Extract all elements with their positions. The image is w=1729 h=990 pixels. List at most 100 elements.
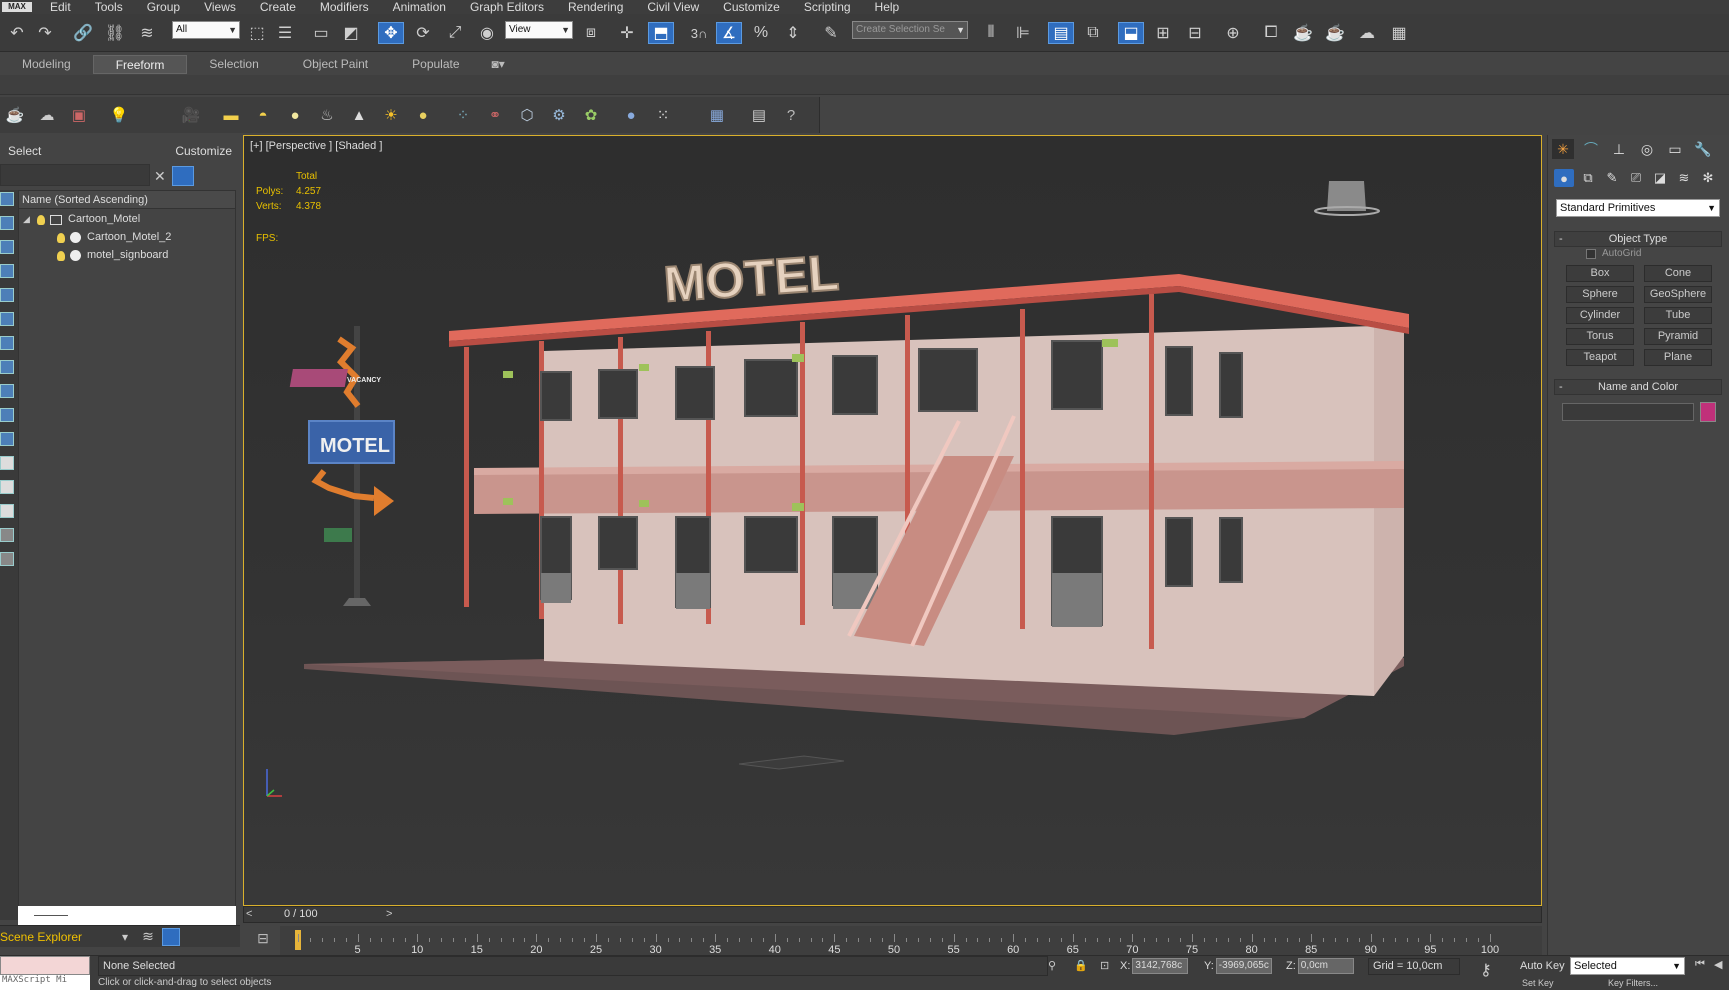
basket-icon[interactable]: ♨ (316, 105, 338, 125)
particles-icon[interactable]: ⁘ (452, 105, 474, 125)
app-logo[interactable]: MAX (2, 2, 32, 12)
plane-button[interactable]: Plane (1644, 349, 1712, 366)
mirror-icon[interactable]: ⫴ (978, 22, 1004, 44)
name-and-color-rollout[interactable]: - Name and Color (1554, 379, 1722, 395)
filter-icon[interactable] (172, 166, 194, 186)
key-filters-button[interactable]: Key Filters... (1608, 978, 1658, 988)
menu-views[interactable]: Views (192, 0, 248, 14)
display-xrefs-icon[interactable] (0, 360, 14, 374)
pyramid-button[interactable]: Pyramid (1644, 328, 1712, 345)
window-crossing-icon[interactable]: ◩ (338, 22, 364, 44)
perspective-viewport[interactable]: [+] [Perspective ] [Shaded ] Total Polys… (243, 135, 1542, 906)
environment-sphere-icon[interactable]: ● (620, 105, 642, 125)
render-online-icon[interactable]: ☁ (1354, 22, 1380, 44)
box-button[interactable]: Box (1566, 265, 1634, 282)
visibility-icon[interactable] (57, 250, 65, 261)
tab-populate[interactable]: Populate (390, 55, 481, 74)
display-spacewarps-icon[interactable] (0, 312, 14, 326)
display-shapes-icon[interactable] (0, 216, 14, 230)
hierarchy-tab-icon[interactable]: ⊥ (1608, 139, 1630, 159)
checkbox-icon[interactable] (1586, 248, 1596, 259)
viewcube[interactable] (1314, 181, 1380, 216)
display-lights-icon[interactable] (0, 240, 14, 254)
tree-node-cartoon-motel-2[interactable]: Cartoon_Motel_2 (57, 229, 171, 246)
select-and-place-icon[interactable]: ◉ (474, 22, 500, 44)
track-bar[interactable]: 5 10 15 20 25 30 35 40 45 50 55 60 65 70 75 80 85 90 95 100 (280, 926, 1542, 956)
prev-frame-button[interactable]: < (246, 908, 252, 920)
tab-modeling[interactable]: Modeling (0, 55, 93, 74)
lights-category-icon[interactable]: ✎ (1602, 169, 1622, 187)
lock-selection-icon[interactable]: 🔒 (1074, 959, 1088, 972)
dynamics-icon[interactable]: ⚭ (484, 105, 506, 125)
key-icon[interactable]: ⚷ (1480, 960, 1492, 980)
render-iterative-icon[interactable]: ☕ (1322, 22, 1348, 44)
teapot-button[interactable]: Teapot (1566, 349, 1634, 366)
autogrid-checkbox[interactable]: AutoGrid (1586, 248, 1641, 259)
unlink-icon[interactable]: ⛓ (102, 22, 128, 44)
y-coordinate[interactable]: Y: -3969,065c (1204, 958, 1272, 974)
visibility-icon[interactable] (37, 214, 45, 225)
next-frame-button[interactable]: > (386, 908, 392, 920)
undo-icon[interactable]: ↶ (4, 22, 30, 44)
expand-icon[interactable]: ◢ (23, 211, 37, 228)
time-slider[interactable]: < 0 / 100 > (243, 906, 1542, 923)
select-and-rotate-icon[interactable]: ⟳ (410, 22, 436, 44)
foliage-icon[interactable]: ✿ (580, 105, 602, 125)
toggle-ribbon-icon[interactable]: ⧉ (1080, 22, 1106, 44)
customize-menu[interactable]: Customize (175, 144, 232, 158)
display-bones-icon[interactable] (0, 384, 14, 398)
systems-category-icon[interactable]: ✻ (1698, 169, 1718, 187)
link-icon[interactable]: 🔗 (70, 22, 96, 44)
camera-icon[interactable]: 🎥 (180, 105, 202, 125)
object-name-input[interactable] (1562, 403, 1694, 421)
bind-spacewarp-icon[interactable]: ≋ (134, 22, 160, 44)
create-tab-icon[interactable]: ✳ (1552, 139, 1574, 159)
hemisphere-icon[interactable]: ◓ (252, 105, 274, 125)
named-selection-field[interactable]: Create Selection Se ▼ (852, 21, 968, 39)
tube-button[interactable]: Tube (1644, 307, 1712, 324)
sky-icon[interactable]: ● (412, 105, 434, 125)
tree-scrollbar[interactable] (18, 906, 236, 925)
menu-tools[interactable]: Tools (83, 0, 135, 14)
render-setup-icon[interactable]: ⊕ (1220, 22, 1246, 44)
funnel-icon[interactable] (0, 552, 14, 566)
utilities-tab-icon[interactable]: 🔧 (1692, 139, 1714, 159)
object-type-rollout[interactable]: - Object Type (1554, 231, 1722, 247)
sun-icon[interactable]: ☀ (380, 105, 402, 125)
select-and-move-icon[interactable]: ✥ (378, 22, 404, 44)
object-color-swatch[interactable] (1700, 402, 1716, 422)
sphere-button[interactable]: Sphere (1566, 286, 1634, 303)
menu-edit[interactable]: Edit (38, 0, 83, 14)
set-key-button[interactable]: Set Key (1522, 978, 1554, 988)
tab-freeform[interactable]: Freeform (92, 54, 188, 74)
tab-selection[interactable]: Selection (187, 55, 280, 74)
scene-explorer-selector[interactable]: Scene Explorer (0, 930, 82, 944)
schematic-view-icon[interactable]: ⊞ (1150, 22, 1176, 44)
keyboard-shortcut-override-icon[interactable]: ⬒ (648, 22, 674, 44)
display-groups-icon[interactable] (0, 336, 14, 350)
file-icon[interactable]: ▤ (748, 105, 770, 125)
z-coordinate-field[interactable]: 0,0cm (1297, 958, 1354, 974)
select-object-icon[interactable]: ⬚ (244, 22, 270, 44)
geosphere-button[interactable]: GeoSphere (1644, 286, 1712, 303)
display-containers-icon[interactable] (0, 408, 14, 422)
layer-explorer-icon[interactable]: ▤ (1048, 22, 1074, 44)
helpers-category-icon[interactable]: ◪ (1650, 169, 1670, 187)
layers-icon[interactable]: ≋ (142, 928, 154, 945)
z-coordinate[interactable]: Z: 0,0cm (1286, 958, 1354, 974)
tree-node-motel-signboard[interactable]: motel_signboard (57, 247, 168, 264)
display-none-icon[interactable] (0, 504, 14, 518)
motion-tab-icon[interactable]: ◎ (1636, 139, 1658, 159)
render-window-icon[interactable]: ▦ (1386, 22, 1412, 44)
y-coordinate-field[interactable]: -3969,065c (1215, 958, 1272, 974)
selection-filter-dropdown[interactable]: All ▼ (172, 21, 240, 39)
cylinder-button[interactable]: Cylinder (1566, 307, 1634, 324)
sphere-primitive-icon[interactable]: ● (284, 105, 306, 125)
menu-create[interactable]: Create (248, 0, 308, 14)
cloud-icon[interactable]: ☁ (36, 105, 58, 125)
tab-object-paint[interactable]: Object Paint (281, 55, 390, 74)
primitive-category-dropdown[interactable]: Standard Primitives ▼ (1556, 199, 1720, 217)
render-production-icon[interactable]: ☕ (1290, 22, 1316, 44)
x-coordinate[interactable]: X: 3142,768c (1120, 958, 1189, 974)
gear-icon[interactable]: ⚙ (548, 105, 570, 125)
